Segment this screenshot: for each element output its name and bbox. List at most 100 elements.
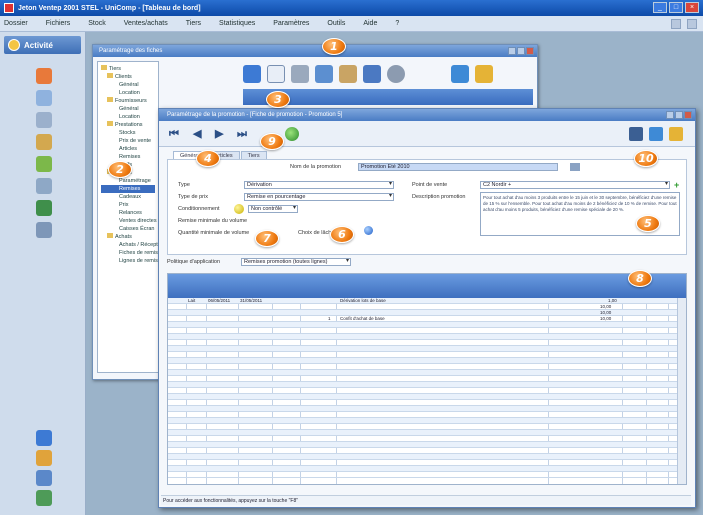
- settings-icon[interactable]: [387, 65, 405, 83]
- minimize-button[interactable]: [666, 111, 674, 119]
- exit-icon[interactable]: [36, 490, 52, 506]
- tree-item[interactable]: Prix: [101, 201, 155, 209]
- search-icon[interactable]: [243, 65, 261, 83]
- grid-scrollbar[interactable]: [677, 298, 686, 484]
- price-type-select[interactable]: Remise en pourcentage: [244, 193, 394, 201]
- activity-icon: [8, 39, 20, 51]
- cart-icon[interactable]: [36, 430, 52, 446]
- tree-item[interactable]: Clients: [101, 73, 155, 81]
- maximize-button[interactable]: [675, 111, 683, 119]
- callout-badge: 9: [260, 133, 284, 150]
- exit-icon[interactable]: [669, 127, 683, 141]
- tree-item[interactable]: Prestations: [101, 121, 155, 129]
- save-icon[interactable]: [363, 65, 381, 83]
- point-of-sale-select[interactable]: C2 Nordir +: [480, 181, 670, 189]
- tree-item[interactable]: Cadeaux: [101, 193, 155, 201]
- close-button[interactable]: [684, 111, 692, 119]
- promotion-grid: Lait 06/05/2011 31/05/2011 Dérivation lo…: [167, 273, 687, 485]
- tree-item[interactable]: Ventes directes: [101, 217, 157, 225]
- promotion-form: Nom de la promotion Promotion Été 2010 T…: [167, 159, 687, 255]
- close-button[interactable]: ×: [685, 2, 699, 13]
- settings-toolbar: [243, 61, 533, 87]
- type-select[interactable]: Dérivation: [244, 181, 394, 189]
- sidebar-header[interactable]: Activité: [4, 36, 81, 54]
- sidebar-header-label: Activité: [24, 40, 53, 50]
- printer-icon[interactable]: [36, 178, 52, 194]
- menu-aide[interactable]: Aide: [363, 20, 377, 27]
- coins-icon[interactable]: [36, 450, 52, 466]
- conditionnement-select[interactable]: Non contrôlé: [248, 205, 298, 213]
- exit-icon[interactable]: [475, 65, 493, 83]
- table-row[interactable]: [168, 472, 678, 478]
- chart-icon[interactable]: [36, 200, 52, 216]
- type-label: Type: [178, 182, 190, 188]
- tree-item[interactable]: Location: [101, 113, 155, 121]
- client-icon[interactable]: [36, 68, 52, 84]
- calendar-icon[interactable]: [570, 163, 580, 171]
- tree-item[interactable]: Achats: [101, 233, 155, 241]
- add-icon[interactable]: +: [674, 180, 679, 190]
- callout-badge: 6: [330, 226, 354, 243]
- menu-outils[interactable]: Outils: [327, 20, 345, 27]
- menu-help[interactable]: ?: [395, 20, 399, 27]
- editor-titlebar: Paramétrage de la promotion - [Fiche de …: [159, 109, 695, 121]
- tool-icon[interactable]: [671, 18, 681, 29]
- edit-icon[interactable]: [267, 65, 285, 83]
- next-record-icon[interactable]: ▶: [215, 128, 227, 140]
- menu-dossier[interactable]: Dossier: [4, 20, 28, 27]
- print-icon[interactable]: [339, 65, 357, 83]
- promotion-name-field[interactable]: Promotion Été 2010: [358, 163, 558, 171]
- tree-item-selected[interactable]: Remises: [101, 185, 155, 193]
- menu-parametres[interactable]: Paramètres: [273, 20, 309, 27]
- promotion-name-label: Nom de la promotion: [290, 164, 342, 170]
- calendar-icon[interactable]: [36, 222, 52, 238]
- tree-item[interactable]: Stocks: [101, 129, 155, 137]
- duplicate-icon[interactable]: [315, 65, 333, 83]
- tree-item[interactable]: Lignes de remise: [101, 257, 161, 265]
- tree-item[interactable]: Fournisseurs: [101, 97, 155, 105]
- trash-icon[interactable]: [291, 65, 309, 83]
- tree-item[interactable]: Articles: [101, 145, 155, 153]
- tree-item[interactable]: Prix de vente: [101, 137, 155, 145]
- tool-icon[interactable]: [687, 18, 697, 29]
- tree-item[interactable]: Relances: [101, 209, 155, 217]
- first-record-icon[interactable]: ⏮: [169, 128, 181, 140]
- previous-record-icon[interactable]: ◀: [193, 128, 205, 140]
- maximize-button[interactable]: [517, 47, 525, 55]
- minimize-button[interactable]: [508, 47, 516, 55]
- clock-icon[interactable]: [36, 134, 52, 150]
- help-icon[interactable]: [649, 127, 663, 141]
- row1-code: Lait: [188, 298, 196, 303]
- menu-fichiers[interactable]: Fichiers: [46, 20, 71, 27]
- globe-icon[interactable]: [285, 127, 299, 141]
- tree-item[interactable]: Général: [101, 105, 155, 113]
- tree-item[interactable]: Caisses Écran: [101, 225, 155, 233]
- tree-item[interactable]: Général: [101, 81, 155, 89]
- menu-ventes-achats[interactable]: Ventes/achats: [124, 20, 168, 27]
- menu-tiers[interactable]: Tiers: [186, 20, 201, 27]
- info-icon[interactable]: [364, 226, 373, 235]
- menu-statistiques[interactable]: Statistiques: [219, 20, 255, 27]
- folder-icon[interactable]: [36, 156, 52, 172]
- tree-item[interactable]: Remises: [101, 153, 155, 161]
- help-icon[interactable]: [451, 65, 469, 83]
- tree-item[interactable]: Location: [101, 89, 155, 97]
- description-label: Description promotion: [412, 194, 466, 200]
- close-button[interactable]: [526, 47, 534, 55]
- save-icon[interactable]: [629, 127, 643, 141]
- policy-select[interactable]: Remises promotion (toutes lignes): [241, 258, 351, 266]
- callout-badge: 8: [628, 270, 652, 287]
- policy-label: Politique d'application: [167, 259, 221, 265]
- tree-item[interactable]: Achats / Réception: [101, 241, 165, 249]
- record-navigation-bar: ⏮ ◀ ▶ ⏭: [159, 121, 695, 147]
- grid-icon[interactable]: [36, 112, 52, 128]
- globe-icon[interactable]: [36, 470, 52, 486]
- tree-item[interactable]: Paramétrage: [101, 177, 155, 185]
- maximize-button[interactable]: □: [669, 2, 683, 13]
- document-icon[interactable]: [36, 90, 52, 106]
- menu-stock[interactable]: Stock: [88, 20, 106, 27]
- tree-item[interactable]: Fiches de remise: [101, 249, 161, 257]
- last-record-icon[interactable]: ⏭: [237, 128, 249, 140]
- tree-item[interactable]: Tiers: [101, 65, 155, 73]
- minimize-button[interactable]: _: [653, 2, 667, 13]
